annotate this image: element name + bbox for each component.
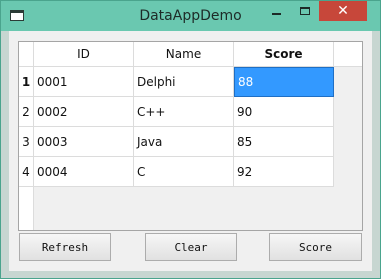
- column-header-score[interactable]: Score: [234, 42, 334, 67]
- close-icon: ✕: [337, 3, 349, 19]
- cell-id[interactable]: 0004: [34, 157, 134, 187]
- score-button[interactable]: Score: [269, 233, 362, 261]
- column-header-name[interactable]: Name: [134, 42, 234, 67]
- cell-name[interactable]: Delphi: [134, 67, 234, 97]
- row-header-1[interactable]: 1: [19, 67, 34, 97]
- refresh-button[interactable]: Refresh: [19, 233, 111, 261]
- cell-id[interactable]: 0003: [34, 127, 134, 157]
- cell-id[interactable]: 0002: [34, 97, 134, 127]
- column-header-id[interactable]: ID: [34, 42, 134, 67]
- clear-button[interactable]: Clear: [145, 233, 237, 261]
- minimize-icon: [272, 13, 281, 15]
- cell-name[interactable]: C: [134, 157, 234, 187]
- row-header-2[interactable]: 2: [19, 97, 34, 127]
- cell-score[interactable]: 85: [234, 127, 334, 157]
- grid-corner[interactable]: [19, 42, 34, 67]
- cell-name[interactable]: C++: [134, 97, 234, 127]
- app-window: DataAppDemo ✕ ID Name Score 1 2 3 4 0001…: [0, 0, 381, 279]
- title-bar[interactable]: DataAppDemo ✕: [1, 1, 380, 31]
- client-area: ID Name Score 1 2 3 4 0001 Delphi 88 000…: [9, 31, 372, 271]
- row-header-3[interactable]: 3: [19, 127, 34, 157]
- cell-name[interactable]: Java: [134, 127, 234, 157]
- data-grid[interactable]: ID Name Score 1 2 3 4 0001 Delphi 88 000…: [18, 41, 363, 231]
- maximize-button[interactable]: [291, 1, 318, 21]
- cell-score[interactable]: 90: [234, 97, 334, 127]
- row-header-4[interactable]: 4: [19, 157, 34, 187]
- cell-id[interactable]: 0001: [34, 67, 134, 97]
- maximize-icon: [299, 7, 310, 15]
- cell-score-selected[interactable]: 88: [234, 67, 334, 97]
- row-header-filler: [19, 187, 34, 230]
- cell-score[interactable]: 92: [234, 157, 334, 187]
- close-button[interactable]: ✕: [319, 1, 367, 21]
- minimize-button[interactable]: [263, 1, 290, 21]
- header-filler: [334, 42, 362, 67]
